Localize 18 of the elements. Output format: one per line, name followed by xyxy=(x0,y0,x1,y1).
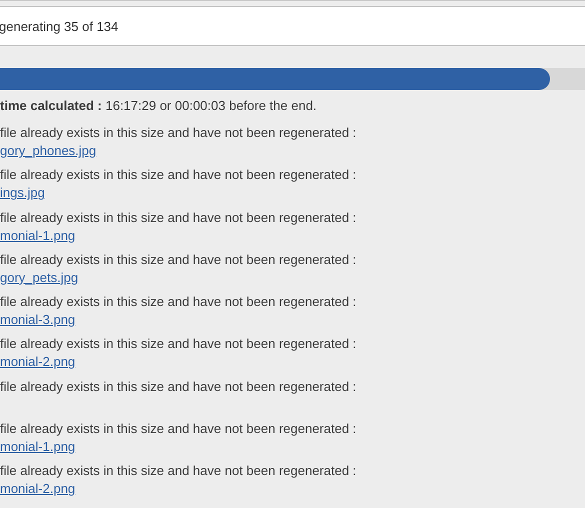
status-message: file already exists in this size and have not been regenerated : xyxy=(0,293,358,312)
status-message: file already exists in this size and have not been regenerated : xyxy=(0,462,358,480)
status-message: file already exists in this size and have not been regenerated : xyxy=(0,335,358,354)
file-link[interactable]: gory_pets.jpg xyxy=(0,270,78,285)
file-link[interactable]: monial-2.png xyxy=(0,354,76,370)
file-link[interactable]: monial-1.png xyxy=(0,439,76,454)
estimate-text: time calculated : 16:17:29 or 00:00:03 before the end. xyxy=(0,98,318,114)
status-message: file already exists in this size and have not been regenerated : xyxy=(0,124,358,142)
status-message: file already exists in this size and have not been regenerated : xyxy=(0,420,358,438)
status-message: file already exists in this size and have not been regenerated : xyxy=(0,208,358,227)
status-message: file already exists in this size and have not been regenerated : xyxy=(0,166,358,184)
file-link[interactable]: gory_phones.jpg xyxy=(0,143,96,158)
file-link[interactable]: monial-2.png xyxy=(0,481,76,496)
file-link[interactable]: monial-1.png xyxy=(0,228,76,243)
status-message: file already exists in this size and have not been regenerated : xyxy=(0,250,358,269)
status-message: file already exists in this size and have not been regenerated : xyxy=(0,378,358,396)
file-link[interactable]: ings.jpg xyxy=(0,185,45,200)
file-link[interactable]: monial-3.png xyxy=(0,312,76,328)
